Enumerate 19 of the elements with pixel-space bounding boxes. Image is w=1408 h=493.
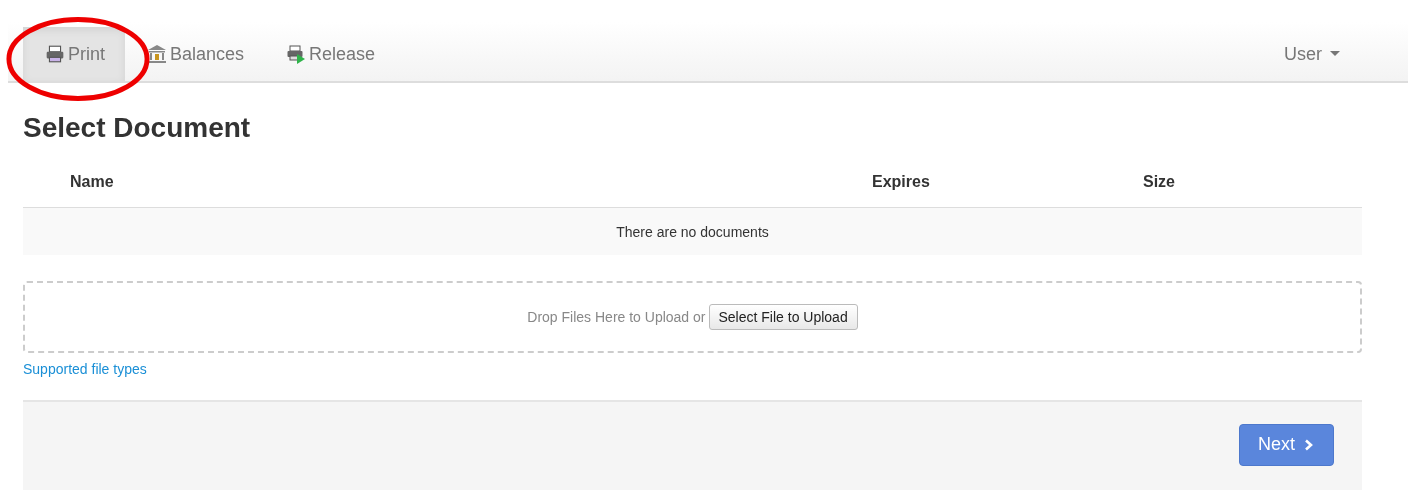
printer-play-icon [286, 44, 307, 64]
drop-prompt: Drop Files Here to Upload or [527, 309, 706, 325]
column-header: Expires [872, 173, 930, 191]
next-button[interactable]: Next [1239, 424, 1334, 466]
page-heading: Select Document [23, 111, 252, 145]
supported-types-link[interactable]: Supported file types [23, 361, 147, 377]
column-header: Size [1143, 173, 1175, 191]
printer-icon [45, 44, 65, 64]
drop-zone[interactable]: Drop Files Here to Upload or Select File to Upload [23, 281, 1362, 353]
nav-tab[interactable]: Print [23, 27, 125, 81]
bank-icon [147, 44, 167, 64]
nav-tab[interactable]: Balances [125, 27, 265, 81]
empty-message: There are no documents [616, 223, 769, 240]
nav-tab[interactable]: Release [264, 27, 396, 81]
column-header: Name [70, 173, 114, 191]
select-file-button[interactable]: Select File to Upload [708, 304, 858, 330]
caret-icon [1330, 51, 1340, 57]
user-menu[interactable]: User [1284, 27, 1408, 81]
chevron-right-icon [1305, 438, 1313, 451]
